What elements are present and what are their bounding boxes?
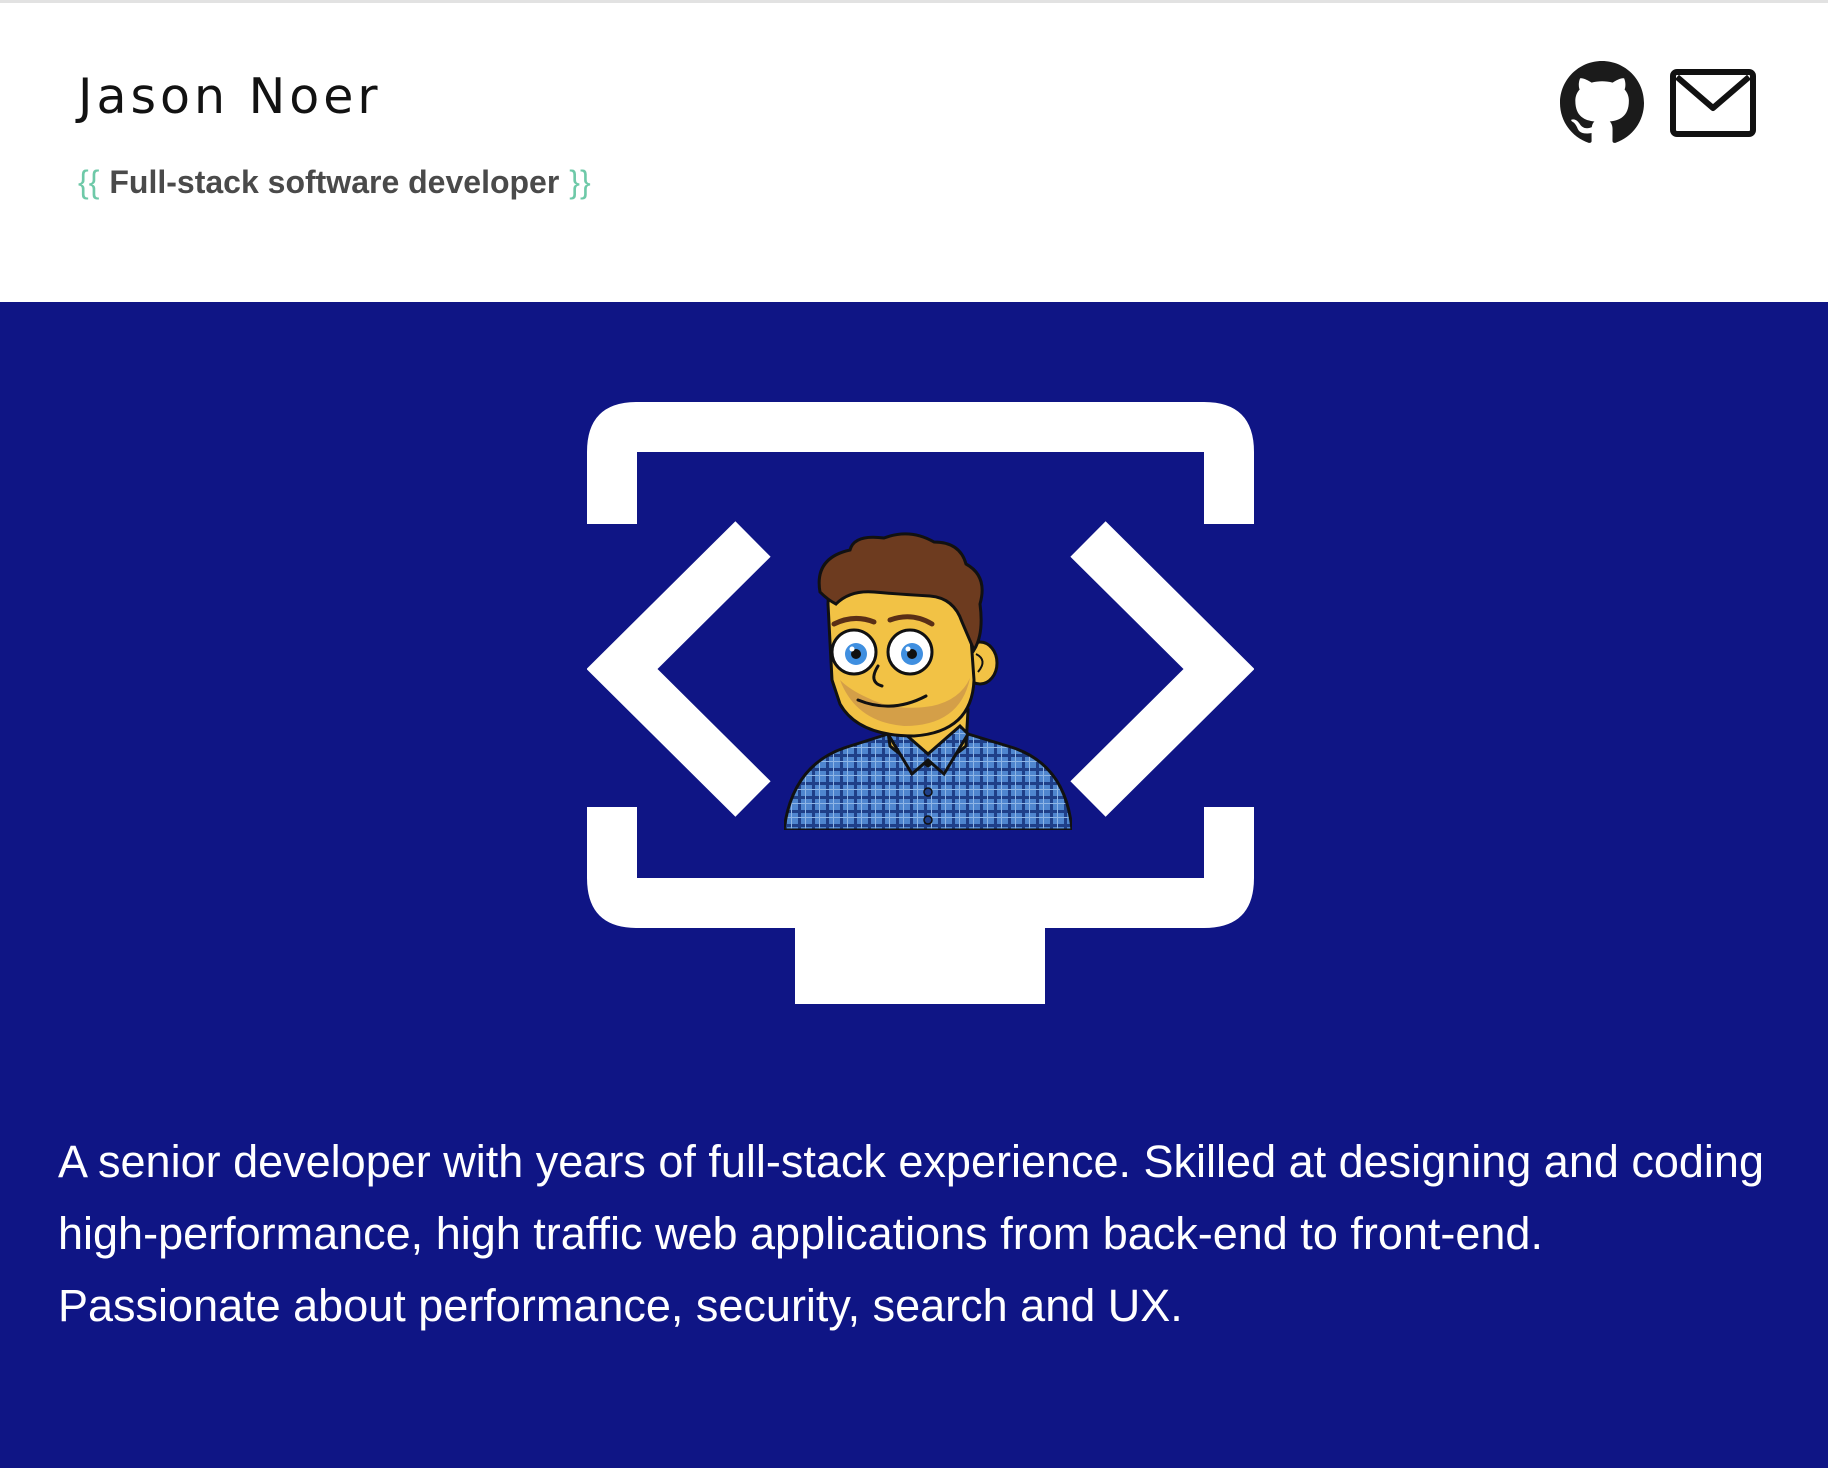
site-name: Jason Noer	[78, 68, 382, 125]
tagline-text: Full-stack software developer	[109, 164, 560, 200]
mail-icon	[1670, 69, 1756, 137]
email-link[interactable]	[1670, 68, 1756, 138]
site-header: Jason Noer {{Full-stack software develop…	[0, 3, 1828, 302]
tagline-close-brace: }}	[569, 164, 591, 200]
hero-section: A senior developer with years of full-st…	[0, 302, 1828, 1468]
social-links	[1560, 61, 1756, 145]
tagline-open-brace: {{	[78, 164, 100, 200]
github-link[interactable]	[1560, 61, 1644, 145]
avatar	[782, 530, 1074, 832]
cartoon-avatar-icon	[782, 532, 1074, 832]
bio-text: A senior developer with years of full-st…	[58, 1136, 1764, 1331]
tagline: {{Full-stack software developer}}	[78, 163, 591, 201]
monitor-code-logo	[586, 402, 1255, 1004]
github-icon	[1560, 61, 1644, 143]
